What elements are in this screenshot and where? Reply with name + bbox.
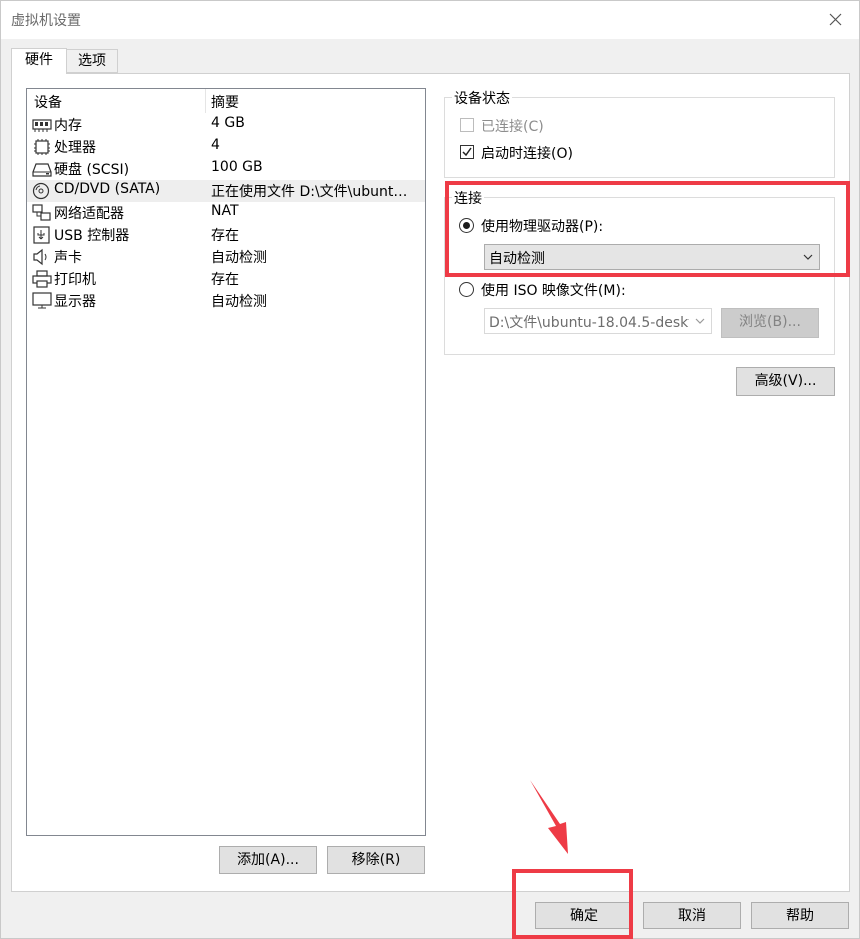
device-summary: 自动检测 [211,250,267,266]
chevron-down-icon [695,318,705,324]
device-row-display[interactable]: 显示器 自动检测 [27,290,425,312]
device-summary: 100 GB [211,159,263,175]
help-button-label: 帮助 [786,908,814,924]
device-row-printer[interactable]: 打印机 存在 [27,268,425,290]
help-button[interactable]: 帮助 [751,902,849,929]
remove-button-label: 移除(R) [351,852,401,868]
iso-path-value: D:\文件\ubuntu-18.04.5-deskto [489,315,689,331]
device-row-memory[interactable]: 内存 4 GB [27,114,425,136]
harddisk-icon [32,163,52,177]
tab-options[interactable]: 选项 [66,49,118,73]
column-separator[interactable] [205,89,206,113]
connected-checkbox[interactable] [460,118,474,132]
device-name: CD/DVD (SATA) [54,181,161,197]
device-row-cd-dvd[interactable]: CD/DVD (SATA) 正在使用文件 D:\文件\ubunt… [27,180,425,202]
sound-icon [33,248,47,266]
advanced-button-label: 高级(V)... [754,373,817,389]
cancel-button[interactable]: 取消 [643,902,741,929]
device-summary: 4 [211,137,220,153]
chevron-down-icon [803,254,813,260]
device-summary: 4 GB [211,115,245,131]
connection-title: 连接 [452,188,484,208]
device-name: 打印机 [54,272,96,288]
tab-hardware[interactable]: 硬件 [11,48,67,74]
column-header-device[interactable]: 设备 [34,92,62,112]
browse-button[interactable]: 浏览(B)... [721,308,819,338]
usb-icon [33,226,50,244]
physical-drive-select-value: 自动检测 [489,251,545,267]
device-row-usb[interactable]: USB 控制器 存在 [27,224,425,246]
browse-button-label: 浏览(B)... [739,314,801,330]
title-bar: 虚拟机设置 [1,1,859,39]
close-button[interactable] [813,1,859,39]
physical-drive-radio[interactable] [459,218,474,233]
remove-button[interactable]: 移除(R) [327,846,425,874]
network-adapter-icon [32,204,51,221]
tab-hardware-label: 硬件 [25,52,53,68]
device-summary: 自动检测 [211,294,267,310]
device-row-sound[interactable]: 声卡 自动检测 [27,246,425,268]
device-row-harddisk[interactable]: 硬盘 (SCSI) 100 GB [27,158,425,180]
radio-selected-dot [463,222,470,229]
checkmark-icon [462,147,472,157]
connect-at-power-on-checkbox[interactable] [460,145,474,159]
cd-dvd-icon [32,182,50,200]
device-summary: NAT [211,203,239,219]
iso-path-combobox[interactable]: D:\文件\ubuntu-18.04.5-deskto [484,308,712,334]
ok-button-label: 确定 [570,908,598,924]
physical-drive-label: 使用物理驱动器(P): [481,219,604,235]
printer-icon [32,270,52,288]
ok-button[interactable]: 确定 [535,902,633,929]
device-name: 显示器 [54,294,96,310]
tab-options-label: 选项 [78,53,106,69]
cancel-button-label: 取消 [678,908,706,924]
device-status-group [444,97,835,178]
window-title: 虚拟机设置 [11,13,81,29]
annotation-arrow-icon [530,780,568,854]
settings-window: 虚拟机设置 选项 硬件 设备 摘要 内存 4 GB 处理器 4 硬盘 (SCSI… [0,0,860,939]
add-button-label: 添加(A)... [237,852,299,868]
device-summary: 存在 [211,228,239,244]
advanced-button[interactable]: 高级(V)... [736,367,835,396]
connect-at-power-on-label: 启动时连接(O) [481,146,573,162]
device-list[interactable]: 设备 摘要 内存 4 GB 处理器 4 硬盘 (SCSI) 100 GB CD/… [26,88,426,836]
display-icon [32,292,52,309]
device-row-network-adapter[interactable]: 网络适配器 NAT [27,202,425,224]
memory-icon [32,119,52,132]
physical-drive-select[interactable]: 自动检测 [484,244,820,270]
close-icon [829,13,842,26]
device-status-title: 设备状态 [452,88,512,108]
device-name: USB 控制器 [54,228,130,244]
device-list-header: 设备 摘要 [27,89,425,113]
add-button[interactable]: 添加(A)... [219,846,317,874]
connected-label: 已连接(C) [481,119,544,135]
device-name: 处理器 [54,140,96,156]
device-name: 内存 [54,118,82,134]
device-summary: 正在使用文件 D:\文件\ubunt… [211,184,408,200]
column-header-summary[interactable]: 摘要 [211,92,239,112]
iso-image-radio[interactable] [459,282,474,297]
iso-image-label: 使用 ISO 映像文件(M): [481,283,626,299]
device-name: 网络适配器 [54,206,124,222]
device-row-processor[interactable]: 处理器 4 [27,136,425,158]
processor-icon [34,139,50,155]
device-name: 声卡 [54,250,82,266]
device-name: 硬盘 (SCSI) [54,162,130,178]
device-summary: 存在 [211,272,239,288]
